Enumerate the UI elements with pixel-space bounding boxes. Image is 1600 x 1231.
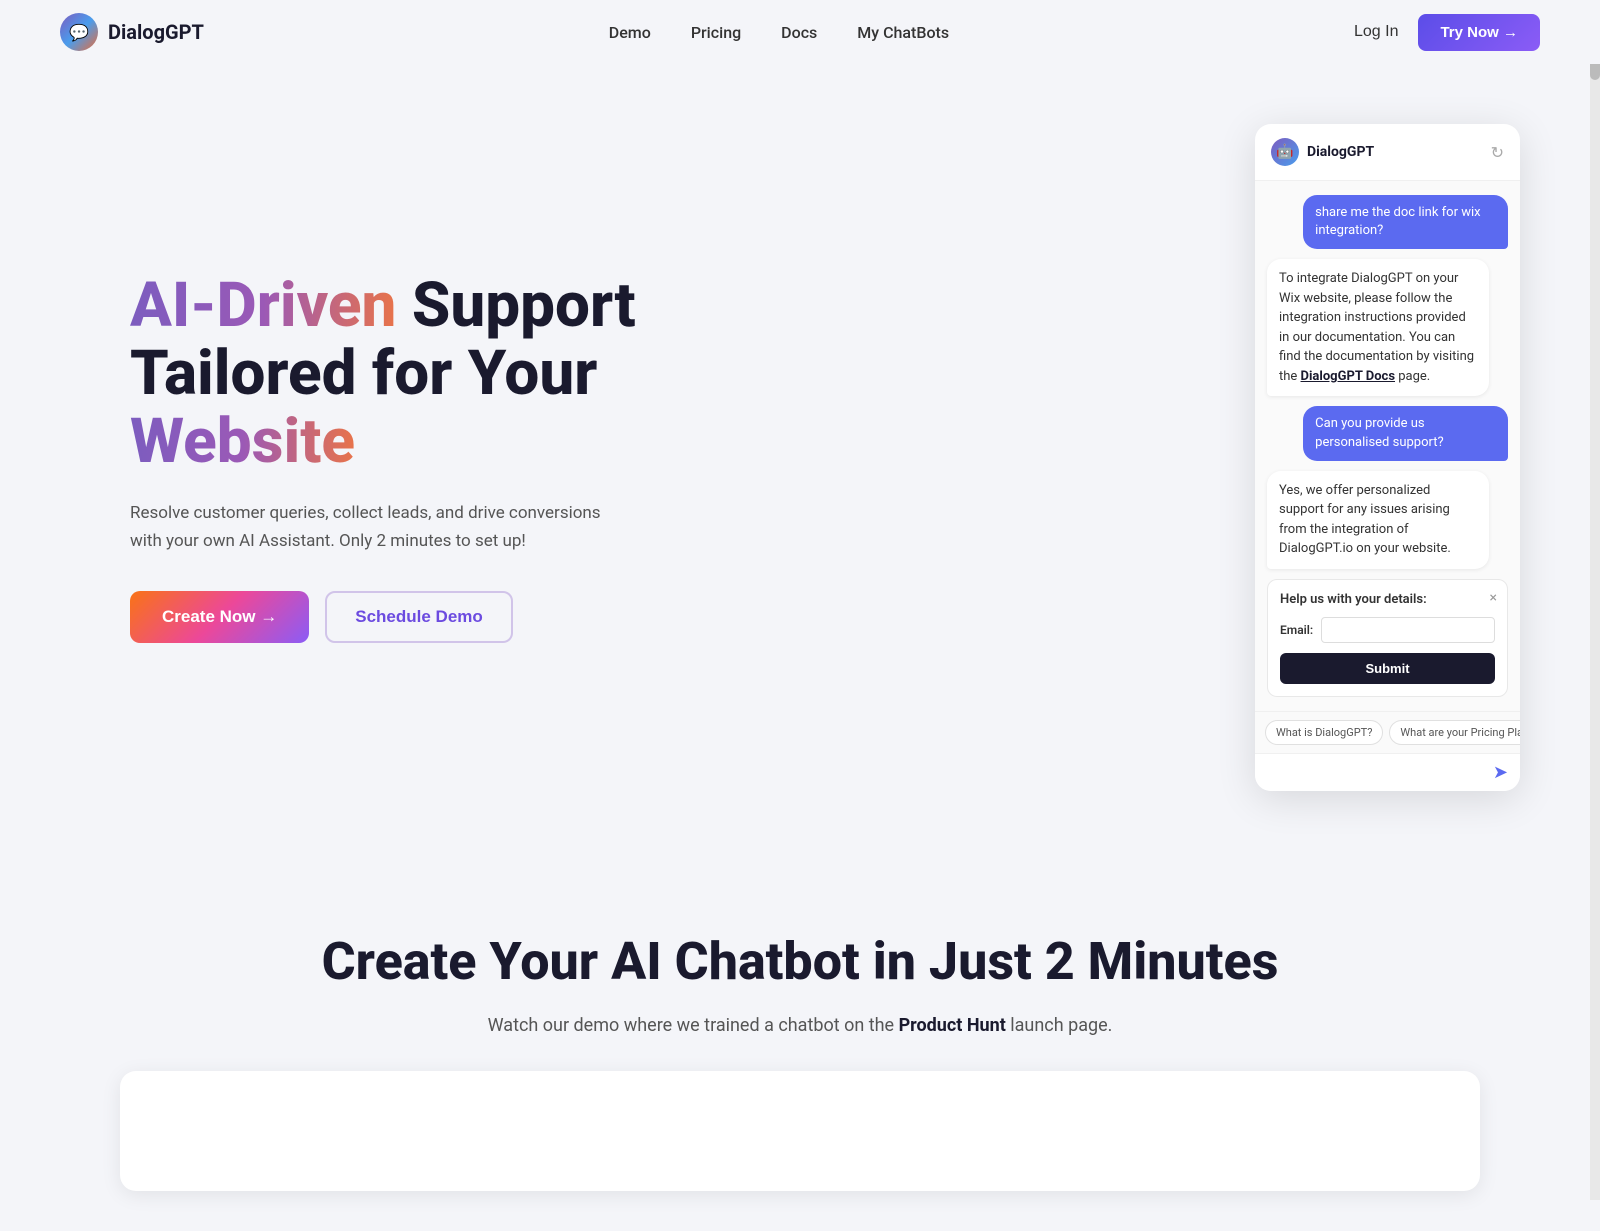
chat-header-left: 🤖 DialogGPT bbox=[1271, 138, 1374, 166]
chat-bot-icon: 🤖 bbox=[1271, 138, 1299, 166]
hero-section: AI-Driven Support Tailored for Your Webs… bbox=[0, 64, 1600, 851]
chat-bot-name: DialogGPT bbox=[1307, 144, 1374, 160]
chat-body: share me the doc link for wix integratio… bbox=[1255, 181, 1520, 711]
send-icon[interactable]: ➤ bbox=[1493, 762, 1508, 783]
chat-widget-container: 🤖 DialogGPT ↻ share me the doc link for … bbox=[1255, 124, 1520, 791]
docs-link[interactable]: DialogGPT Docs bbox=[1301, 369, 1395, 384]
nav-docs[interactable]: Docs bbox=[781, 23, 817, 42]
hero-title-tailored: Tailored for Your bbox=[130, 337, 597, 410]
chat-header: 🤖 DialogGPT ↻ bbox=[1255, 124, 1520, 181]
email-row: Email: bbox=[1280, 617, 1495, 643]
lead-form-title: Help us with your details: bbox=[1280, 592, 1495, 607]
email-label: Email: bbox=[1280, 623, 1313, 637]
suggestion-chip-2[interactable]: What are your Pricing Plans? bbox=[1389, 720, 1520, 745]
email-input[interactable] bbox=[1321, 617, 1495, 643]
login-button[interactable]: Log In bbox=[1354, 23, 1398, 41]
navbar: 💬 DialogGPT Demo Pricing Docs My ChatBot… bbox=[0, 0, 1600, 64]
hero-title-website: Website bbox=[130, 405, 355, 478]
chat-widget: 🤖 DialogGPT ↻ share me the doc link for … bbox=[1255, 124, 1520, 791]
suggestion-chip-1[interactable]: What is DialogGPT? bbox=[1265, 720, 1383, 745]
user-message-1: share me the doc link for wix integratio… bbox=[1303, 195, 1508, 249]
bottom-title: Create Your AI Chatbot in Just 2 Minutes bbox=[60, 931, 1540, 992]
create-now-button[interactable]: Create Now → bbox=[130, 591, 309, 643]
hero-content: AI-Driven Support Tailored for Your Webs… bbox=[130, 272, 710, 643]
nav-actions: Log In Try Now → bbox=[1354, 14, 1540, 51]
nav-links: Demo Pricing Docs My ChatBots bbox=[609, 23, 949, 42]
bottom-section: Create Your AI Chatbot in Just 2 Minutes… bbox=[0, 851, 1600, 1231]
logo-icon: 💬 bbox=[60, 13, 98, 51]
bottom-subtitle: Watch our demo where we trained a chatbo… bbox=[60, 1012, 1540, 1041]
chat-input-row: ➤ bbox=[1255, 753, 1520, 791]
user-message-2: Can you provide us personalised support? bbox=[1303, 406, 1508, 460]
hero-title-gradient: AI-Driven bbox=[130, 269, 396, 342]
bot-message-2: Yes, we offer personalized support for a… bbox=[1267, 471, 1489, 569]
hero-subtitle: Resolve customer queries, collect leads,… bbox=[130, 500, 610, 554]
nav-pricing[interactable]: Pricing bbox=[691, 23, 741, 42]
chat-suggestions: What is DialogGPT? What are your Pricing… bbox=[1255, 711, 1520, 753]
bot-message-1: To integrate DialogGPT on your Wix websi… bbox=[1267, 259, 1489, 396]
demo-video-area bbox=[120, 1071, 1480, 1191]
schedule-demo-button[interactable]: Schedule Demo bbox=[325, 591, 513, 643]
chat-refresh-icon[interactable]: ↻ bbox=[1491, 143, 1504, 162]
bottom-subtitle-end: launch page. bbox=[1006, 1015, 1113, 1036]
nav-demo[interactable]: Demo bbox=[609, 23, 651, 42]
chat-input[interactable] bbox=[1267, 765, 1485, 780]
bottom-subtitle-start: Watch our demo where we trained a chatbo… bbox=[488, 1015, 899, 1036]
bottom-subtitle-bold: Product Hunt bbox=[899, 1015, 1006, 1036]
logo-text: DialogGPT bbox=[108, 20, 204, 44]
lead-capture-form: Help us with your details: × Email: Subm… bbox=[1267, 579, 1508, 697]
nav-mychatbots[interactable]: My ChatBots bbox=[857, 23, 949, 42]
logo[interactable]: 💬 DialogGPT bbox=[60, 13, 204, 51]
hero-title-support: Support bbox=[412, 269, 636, 342]
hero-buttons: Create Now → Schedule Demo bbox=[130, 591, 710, 643]
hero-title: AI-Driven Support Tailored for Your Webs… bbox=[130, 272, 710, 477]
submit-button[interactable]: Submit bbox=[1280, 653, 1495, 684]
scrollbar[interactable] bbox=[1590, 0, 1600, 1200]
try-now-button[interactable]: Try Now → bbox=[1418, 14, 1540, 51]
lead-form-close-icon[interactable]: × bbox=[1490, 590, 1497, 606]
